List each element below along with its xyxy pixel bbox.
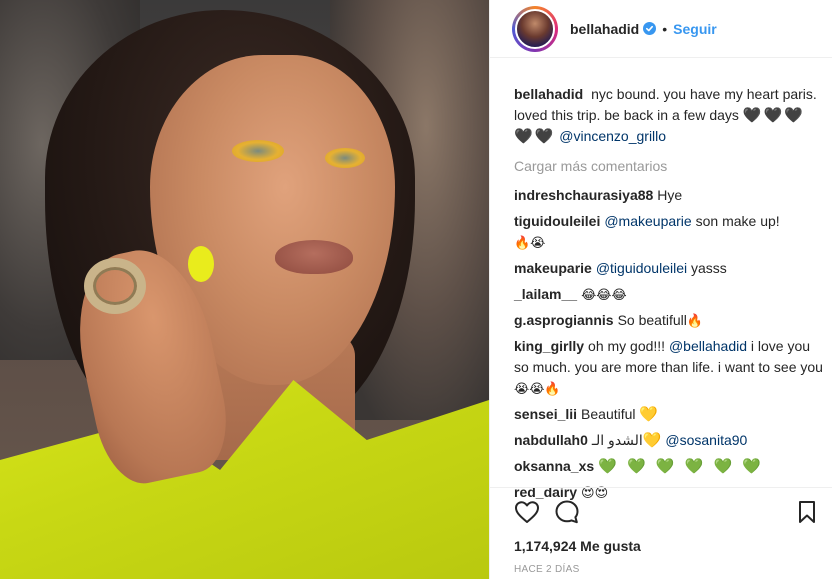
action-bar [512, 497, 815, 529]
comment-emoji: 😂😂😂 [581, 287, 627, 302]
list-item: makeuparie @tiguidouleilei yasss [514, 258, 824, 279]
list-item: oksanna_xs 💚 💚 💚 💚 💚 💚 [514, 456, 824, 477]
comment-username[interactable]: sensei_lii [514, 406, 577, 422]
comment-emoji: 😭😭🔥 [514, 381, 561, 396]
caption-username[interactable]: bellahadid [514, 86, 583, 102]
photo-nail [188, 246, 214, 282]
comment-username[interactable]: oksanna_xs [514, 458, 594, 474]
comment-mention[interactable]: @bellahadid [669, 338, 747, 354]
photo-lips [275, 240, 353, 274]
comment-username[interactable]: nabdullah0 [514, 432, 588, 448]
comment-emoji: 🔥 [686, 313, 704, 328]
list-item: sensei_lii Beautiful 💛 [514, 404, 824, 425]
like-button[interactable] [512, 497, 542, 527]
caption: bellahadid nyc bound. you have my heart … [514, 84, 824, 147]
post-date[interactable]: HACE 2 DÍAS [514, 564, 580, 575]
comments-list: bellahadid nyc bound. you have my heart … [514, 84, 824, 508]
actions-divider [490, 487, 832, 488]
bookmark-icon [799, 501, 815, 523]
comment-button[interactable] [552, 497, 582, 527]
load-more-comments-button[interactable]: Cargar más comentarios [514, 156, 824, 177]
comment-mention[interactable]: @makeuparie [604, 213, 691, 229]
comment-text: Beautiful [581, 406, 640, 422]
list-item: g.asprogiannis So beatifull🔥 [514, 310, 824, 331]
story-ring[interactable] [512, 5, 558, 52]
comment-mention[interactable]: @sosanita90 [665, 432, 747, 448]
list-item: indreshchaurasiya88 Hye [514, 185, 824, 206]
post-side-panel: bellahadid • Seguir bellahadid nyc bound… [489, 0, 832, 579]
likes-count[interactable]: 1,174,924 Me gusta [514, 538, 641, 554]
comment-text: son make up! [691, 213, 780, 229]
photo-eye [232, 140, 284, 162]
header-separator: • [662, 20, 668, 37]
list-item: king_girlly oh my god!!! @bellahadid i lo… [514, 336, 824, 399]
follow-button[interactable]: Seguir [673, 21, 717, 37]
comment-emoji: 💚 💚 💚 💚 💚 💚 [598, 458, 765, 475]
avatar[interactable] [515, 8, 555, 49]
comment-username[interactable]: _lailam__ [514, 286, 577, 302]
comment-text: So beatifull [617, 312, 687, 328]
heart-outline-icon [515, 501, 539, 523]
comment-text: yasss [687, 260, 727, 276]
photo-eye [325, 148, 365, 168]
comment-mention[interactable]: @tiguidouleilei [596, 260, 687, 276]
list-item: tiguidouleilei @makeuparie son make up! 🔥… [514, 211, 824, 253]
comment-text: Hye [657, 187, 683, 203]
caption-mention[interactable]: @vincenzo_grillo [559, 128, 666, 144]
comment-emoji: 💛 [642, 432, 662, 449]
comment-text: oh my god!!! [588, 338, 669, 354]
post-photo[interactable] [0, 0, 489, 579]
post-header: bellahadid • Seguir [490, 0, 832, 58]
comment-username[interactable]: makeuparie [514, 260, 592, 276]
list-item: _lailam__ 😂😂😂 [514, 284, 824, 305]
comment-bubble-icon [555, 500, 579, 524]
comment-username[interactable]: king_girlly [514, 338, 584, 354]
comment-username[interactable]: indreshchaurasiya88 [514, 187, 653, 203]
verified-badge-icon [643, 22, 657, 35]
comment-emoji: 💛 [639, 406, 659, 423]
save-button[interactable] [792, 497, 822, 527]
comment-emoji: 🔥😭 [514, 235, 546, 250]
header-username[interactable]: bellahadid [570, 21, 639, 37]
list-item: nabdullah0 الشدو الـ💛 @sosanita90 [514, 430, 824, 451]
comment-username[interactable]: g.asprogiannis [514, 312, 614, 328]
comment-text: الشدو الـ [591, 432, 643, 448]
photo-ring [84, 258, 146, 314]
comment-username[interactable]: tiguidouleilei [514, 213, 600, 229]
